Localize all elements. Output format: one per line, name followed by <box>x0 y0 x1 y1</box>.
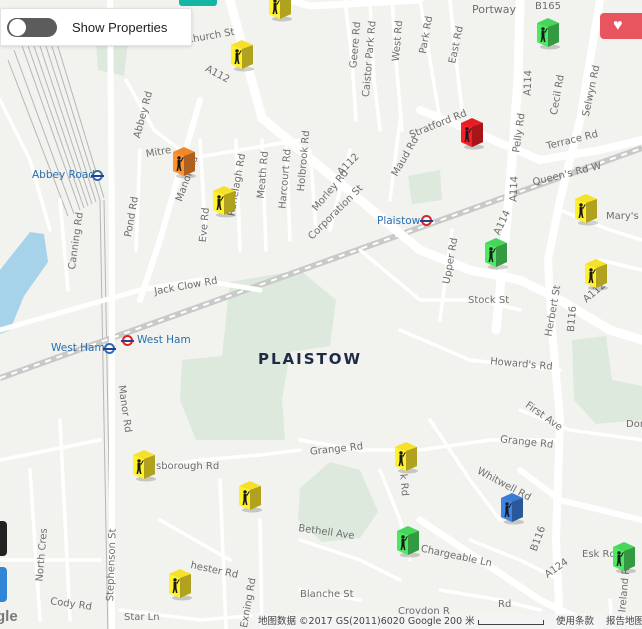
street-label: Portway <box>472 3 517 16</box>
top-tab[interactable] <box>179 0 217 6</box>
street-label: A114 <box>508 175 521 203</box>
property-marker[interactable] <box>394 522 422 558</box>
google-logo[interactable]: gle <box>0 608 18 625</box>
property-marker[interactable] <box>236 477 264 513</box>
area-label: PLAISTOW <box>258 350 363 368</box>
park-stratford <box>408 170 442 204</box>
left-dark-button[interactable] <box>0 521 7 556</box>
station-label-abbey-road[interactable]: Abbey Road <box>32 170 95 181</box>
street-label: Rd <box>498 599 512 610</box>
left-blue-button[interactable] <box>0 567 7 602</box>
street-label: sborough Rd <box>156 461 220 472</box>
property-marker[interactable] <box>170 143 198 179</box>
tube-icon <box>121 335 134 346</box>
street-label: B165 <box>535 1 561 12</box>
property-marker[interactable] <box>266 0 294 22</box>
street-label: Star Ln <box>124 612 160 623</box>
show-properties-panel: Show Properties <box>0 8 192 46</box>
property-marker[interactable] <box>392 438 420 474</box>
property-marker[interactable] <box>498 489 526 525</box>
station-label-plaistow[interactable]: Plaistow <box>377 216 420 227</box>
street-label: k Rd <box>397 473 411 497</box>
street-label: A114 <box>522 69 535 97</box>
property-marker[interactable] <box>534 14 562 50</box>
scale-bar <box>478 620 544 625</box>
heart-icon: ♥ <box>613 17 623 34</box>
map-data-text[interactable]: 地图数据 ©2017 GS(2011)6020 Google <box>258 614 441 629</box>
map-attribution: 地图数据 ©2017 GS(2011)6020 Google 200 米 使用条… <box>252 614 642 629</box>
property-marker[interactable] <box>166 565 194 601</box>
station-label-west-ham[interactable]: West Ham <box>51 343 105 354</box>
street-label: Stock St <box>468 295 510 306</box>
property-marker[interactable] <box>458 114 486 150</box>
property-marker[interactable] <box>610 538 638 574</box>
tube-icon <box>91 170 104 181</box>
street-label: Don <box>626 419 642 430</box>
property-marker[interactable] <box>582 255 610 291</box>
show-properties-toggle[interactable] <box>7 18 57 37</box>
property-marker[interactable] <box>572 190 600 226</box>
tube-icon <box>103 343 116 354</box>
street-label: Blanche St <box>300 589 354 600</box>
favourite-button[interactable]: ♥ <box>600 13 642 39</box>
property-marker[interactable] <box>130 446 158 482</box>
property-marker[interactable] <box>210 182 238 218</box>
street-label: Mary's R <box>606 211 642 222</box>
toggle-knob <box>9 19 26 36</box>
scale-label: 200 米 <box>444 616 475 627</box>
property-marker[interactable] <box>228 36 256 72</box>
station-label-west-ham[interactable]: West Ham <box>137 335 191 346</box>
tube-icon <box>420 215 433 226</box>
terms-link[interactable]: 使用条款 <box>556 614 594 629</box>
show-properties-label: Show Properties <box>72 20 168 35</box>
property-marker[interactable] <box>482 234 510 270</box>
report-map-link[interactable]: 报告地图 <box>606 614 642 629</box>
